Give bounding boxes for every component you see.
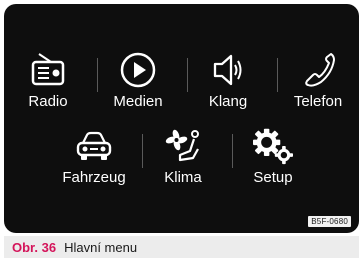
menu-item-label: Klang xyxy=(208,93,248,110)
menu-item-label: Setup xyxy=(253,169,293,186)
menu-item-klang[interactable]: Klang xyxy=(188,51,268,123)
speaker-icon xyxy=(208,51,248,89)
menu-item-medien[interactable]: Medien xyxy=(98,51,178,123)
menu-item-label: Telefon xyxy=(293,93,343,110)
menu-item-label: Medien xyxy=(113,93,163,110)
phone-icon xyxy=(298,51,338,89)
play-circle-icon xyxy=(118,51,158,89)
gears-icon xyxy=(253,127,293,165)
menu-item-setup[interactable]: Setup xyxy=(233,127,313,199)
infotainment-screen: Radio Medien Klang Telefon Fahrzeug Klim… xyxy=(4,4,359,233)
menu-item-telefon[interactable]: Telefon xyxy=(278,51,358,123)
car-icon xyxy=(74,127,114,165)
figure-number: Obr. 36 xyxy=(12,239,57,255)
menu-item-fahrzeug[interactable]: Fahrzeug xyxy=(54,127,134,199)
menu-item-label: Radio xyxy=(28,93,68,110)
menu-item-klima[interactable]: Klima xyxy=(143,127,223,199)
menu-item-label: Fahrzeug xyxy=(62,169,126,186)
menu-item-radio[interactable]: Radio xyxy=(8,51,88,123)
figure-caption: Obr. 36 Hlavní menu xyxy=(4,236,359,258)
fan-seat-icon xyxy=(163,127,203,165)
figure-title: Hlavní menu xyxy=(64,239,138,255)
image-code-badge: B5F-0680 xyxy=(308,216,351,227)
radio-icon xyxy=(28,51,68,89)
menu-item-label: Klima xyxy=(164,169,202,186)
